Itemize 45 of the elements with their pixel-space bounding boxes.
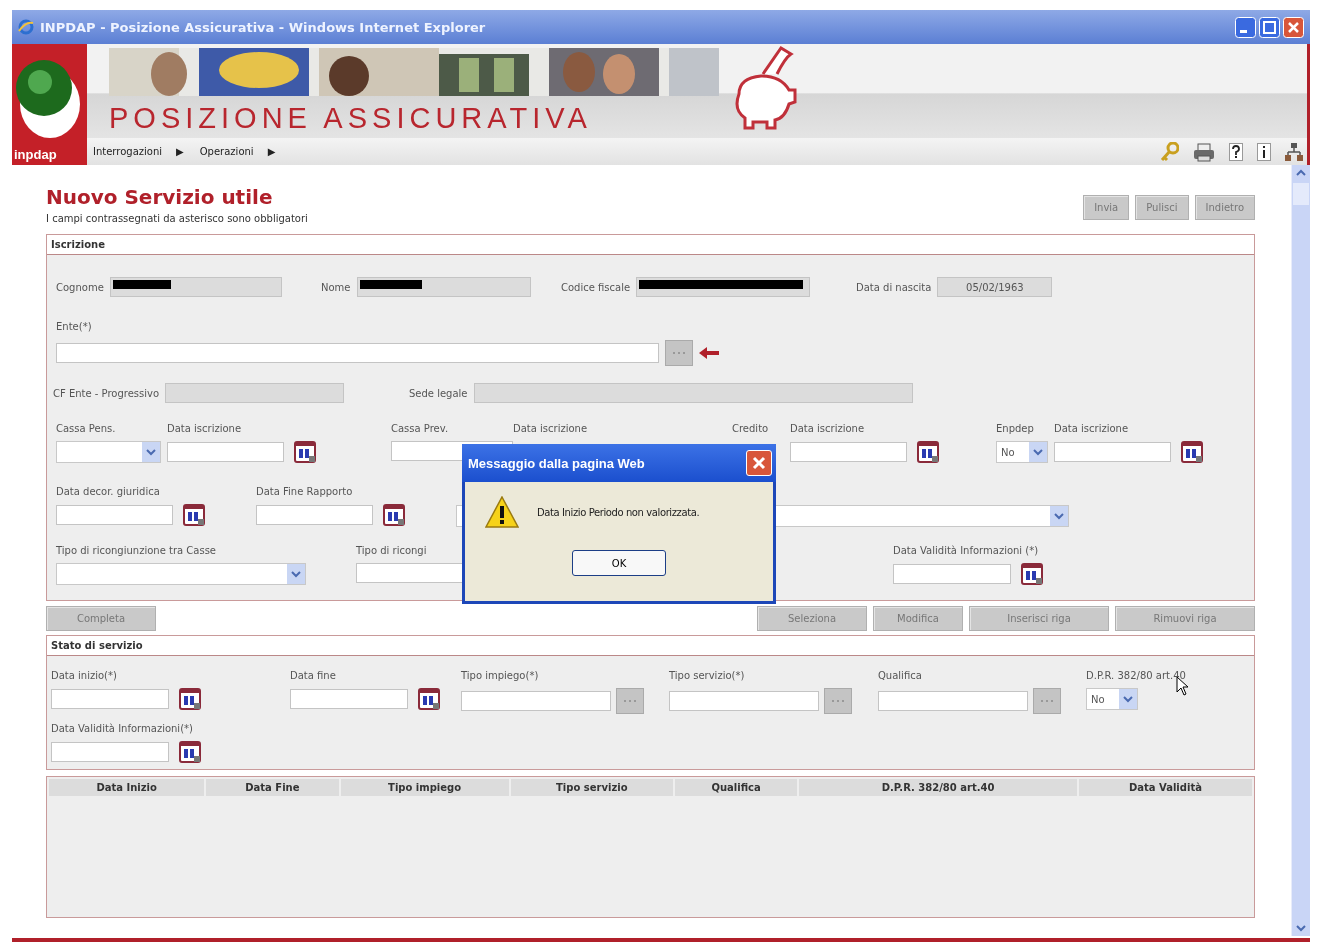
- field-label: Enpdep: [996, 423, 1035, 434]
- field-label: CF Ente - Progressivo: [53, 387, 160, 399]
- page-subtitle: I campi contrassegnati da asterisco sono obbligatori: [46, 213, 308, 224]
- logo-text: inpdap: [13, 146, 58, 164]
- section-title: Stato di servizio: [47, 636, 1254, 656]
- column-header: Tipo impiego: [340, 779, 509, 796]
- column-header: Data Validità: [1078, 779, 1252, 796]
- field-label: Codice fiscale: [561, 281, 631, 293]
- field-label: Data iscrizione: [1054, 423, 1130, 434]
- banner-title: POSIZIONE ASSICURATIVA: [109, 101, 593, 136]
- field-label: Data inizio(*): [51, 670, 118, 681]
- field-label: Data Validità Informazioni(*): [51, 723, 194, 734]
- field-label: Data iscrizione: [513, 423, 589, 434]
- field-label: Cassa Prev.: [391, 423, 450, 434]
- section-title: Iscrizione: [47, 235, 1254, 255]
- field-label: Data decor. giuridica: [56, 486, 161, 497]
- field-label: Tipo servizio(*): [669, 670, 746, 681]
- column-header: D.P.R. 382/80 art.40: [799, 779, 1077, 796]
- column-header: Qualifica: [674, 779, 798, 796]
- field-label: D.P.R. 382/80 art.40: [1086, 670, 1186, 681]
- field-label: Sede legale: [409, 387, 468, 399]
- column-header: Data Inizio: [49, 779, 205, 796]
- field-label: Data Validità Informazioni (*): [893, 545, 1040, 556]
- column-header: Data Fine: [206, 779, 339, 796]
- field-label: Data di nascita: [856, 281, 932, 293]
- window-title: INPDAP - Posizione Assicurativa - Windows Internet Explorer: [40, 19, 486, 35]
- field-label: Credito: [732, 423, 770, 434]
- dialog-title: Messaggio dalla pagina Web: [468, 455, 645, 471]
- column-header: Tipo servizio: [510, 779, 673, 796]
- field-label: Qualifica: [878, 670, 923, 681]
- field-label: Tipo di ricongiunzione tra Casse: [56, 545, 217, 556]
- field-label: Ente(*): [56, 321, 93, 332]
- menu-arrow: ▶: [176, 146, 184, 157]
- page-title: Nuovo Servizio utile: [46, 185, 274, 209]
- field-label: Data fine: [290, 670, 337, 681]
- dialog-message: Data Inizio Periodo non valorizzata.: [537, 506, 700, 518]
- field-label: Nome: [321, 281, 351, 293]
- field-label: Cassa Pens.: [56, 423, 117, 434]
- menu-arrow: ▶: [267, 146, 276, 157]
- field-label: Tipo impiego(*): [461, 670, 540, 681]
- field-label: Data Fine Rapporto: [256, 486, 354, 497]
- field-label: Cognome: [56, 281, 104, 293]
- field-label: Tipo di ricongi: [356, 545, 428, 556]
- field-label: Data iscrizione: [167, 423, 243, 434]
- field-label: Data iscrizione: [790, 423, 866, 434]
